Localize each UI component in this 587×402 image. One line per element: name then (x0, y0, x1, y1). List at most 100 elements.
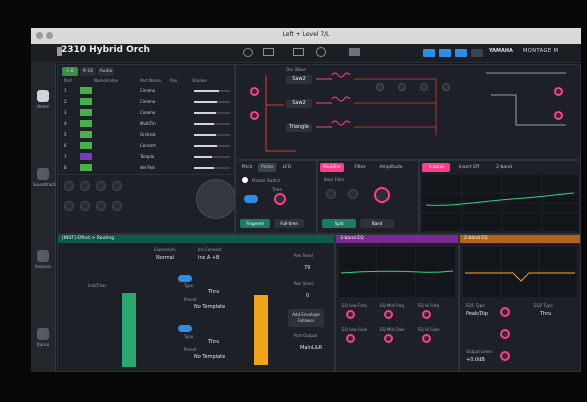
part-indicator[interactable] (80, 109, 92, 116)
table-row[interactable]: 4 MultiTin (64, 120, 232, 128)
knob-4[interactable] (112, 181, 122, 191)
knob-2[interactable] (80, 181, 90, 191)
part-indicator[interactable] (80, 142, 92, 149)
sidebar-item-soundtrack[interactable]: Soundtrack (33, 168, 56, 187)
tab-audio[interactable]: Audio (98, 67, 114, 76)
scene-button-1[interactable] (423, 49, 435, 57)
tab-modifier[interactable]: Modifier (320, 163, 344, 172)
knob-3[interactable] (96, 181, 106, 191)
volume-slider[interactable] (194, 156, 230, 158)
inst-eq-block[interactable] (122, 293, 136, 367)
knob-6[interactable] (80, 201, 90, 211)
part-indicator[interactable] (80, 87, 92, 94)
scene-button-4[interactable] (471, 49, 483, 57)
pm-knob-1[interactable] (250, 87, 259, 96)
shape-knob-1[interactable] (376, 83, 384, 91)
resonance-knob[interactable] (348, 189, 358, 199)
folder-icon[interactable] (293, 48, 304, 56)
table-row[interactable]: 8 Vel Pad (64, 164, 232, 172)
shape-knob-3[interactable] (420, 83, 428, 91)
level-knob-2[interactable] (554, 111, 563, 120)
eq-param-knob[interactable] (384, 310, 393, 319)
insert-b-toggle[interactable] (178, 325, 192, 332)
porta-time-knob[interactable] (274, 193, 286, 205)
volume-slider[interactable] (194, 134, 230, 136)
ins-connect-value[interactable]: Ins A +B (198, 255, 219, 261)
scene-button-3[interactable] (455, 49, 467, 57)
volume-slider[interactable] (194, 145, 230, 147)
insert-b-type[interactable]: Thru (208, 339, 219, 345)
rev-send-value[interactable]: 0 (306, 293, 309, 299)
filter-gain-knob[interactable] (374, 187, 390, 203)
shape-knob-4[interactable] (442, 83, 450, 91)
knob-7[interactable] (96, 201, 106, 211)
part-indicator[interactable] (80, 131, 92, 138)
var-send-value[interactable]: 79 (304, 265, 310, 271)
tab-pitch[interactable]: Pitch (238, 163, 256, 172)
level-knob[interactable] (554, 87, 563, 96)
eq1-gain-knob[interactable] (500, 329, 510, 339)
output-eq-block[interactable] (254, 295, 268, 365)
monitor-icon[interactable] (263, 48, 274, 56)
volume-slider[interactable] (194, 90, 230, 92)
insert-b-preset[interactable]: No Template (194, 354, 225, 360)
performance-name[interactable]: 2310 Hybrid Orch (61, 45, 150, 55)
mode-fulltime[interactable]: Full-time (274, 219, 304, 228)
part-indicator[interactable] (80, 98, 92, 105)
insert-a-toggle[interactable] (178, 275, 192, 282)
refresh-icon[interactable] (316, 47, 326, 57)
table-row[interactable]: 3 Cinema (64, 109, 232, 117)
eq-param-knob[interactable] (346, 310, 355, 319)
eq1-freq-knob[interactable] (500, 307, 510, 317)
knob-8[interactable] (112, 201, 122, 211)
tab-lfo[interactable]: LFO (278, 163, 296, 172)
shape-knob-2[interactable] (398, 83, 406, 91)
table-row[interactable]: 1 Cinema (64, 87, 232, 95)
expression-value[interactable]: Normal (156, 255, 174, 261)
filter-band[interactable]: Band (360, 219, 394, 228)
output-level[interactable]: +0.0dB (466, 357, 485, 363)
volume-slider[interactable] (194, 101, 230, 103)
eq-param-knob[interactable] (384, 334, 393, 343)
tab-parts-9-16[interactable]: 9-16 (80, 67, 96, 76)
sidebar-item-analysis[interactable]: Analysis (33, 250, 53, 269)
insert-a-preset[interactable]: No Template (194, 304, 225, 310)
eq-param-knob[interactable] (422, 310, 431, 319)
tab-parts-1-8[interactable]: 1-8 (62, 67, 78, 76)
table-row[interactable]: 6 Concert (64, 142, 232, 150)
eq1-type[interactable]: Peak/Dip (466, 311, 488, 317)
scene-button-2[interactable] (439, 49, 451, 57)
tab-insert-eff[interactable]: Insert Eff (454, 163, 484, 172)
sidebar-item-home[interactable]: Home (33, 90, 53, 109)
knob-1[interactable] (64, 181, 74, 191)
knob-5[interactable] (64, 201, 74, 211)
part-indicator[interactable] (80, 120, 92, 127)
volume-slider[interactable] (194, 167, 230, 169)
tab-3band[interactable]: 3-band (422, 163, 450, 172)
master-switch-toggle[interactable] (242, 177, 248, 183)
cutoff-knob[interactable] (326, 189, 336, 199)
mode-fingered[interactable]: Fingered (240, 219, 270, 228)
table-row[interactable]: 5 Orchest (64, 131, 232, 139)
part-indicator[interactable] (80, 164, 92, 171)
eq2-type[interactable]: Thru (540, 311, 551, 317)
env-follower-button[interactable]: Add Envelope Follower (288, 309, 324, 327)
main-dial[interactable] (196, 179, 236, 219)
sidebar-item-dance[interactable]: Dance (33, 328, 53, 347)
table-row[interactable]: 7 Templo (64, 153, 232, 161)
portamento-toggle[interactable] (244, 195, 258, 203)
tab-2band[interactable]: 2-band (490, 163, 518, 172)
tab-filter[interactable]: Filter (348, 163, 372, 172)
grid-icon[interactable] (349, 48, 360, 56)
output-level-knob[interactable] (500, 351, 510, 361)
insert-a-type[interactable]: Thru (208, 289, 219, 295)
part-indicator[interactable] (80, 153, 92, 160)
eq-param-knob[interactable] (346, 334, 355, 343)
tab-amplitude[interactable]: Amplitude (376, 163, 406, 172)
search-icon[interactable] (243, 48, 253, 57)
filter-split[interactable]: Split (322, 219, 356, 228)
volume-slider[interactable] (194, 123, 230, 125)
volume-slider[interactable] (194, 112, 230, 114)
eq-param-knob[interactable] (422, 334, 431, 343)
pm-knob-2[interactable] (250, 111, 259, 120)
